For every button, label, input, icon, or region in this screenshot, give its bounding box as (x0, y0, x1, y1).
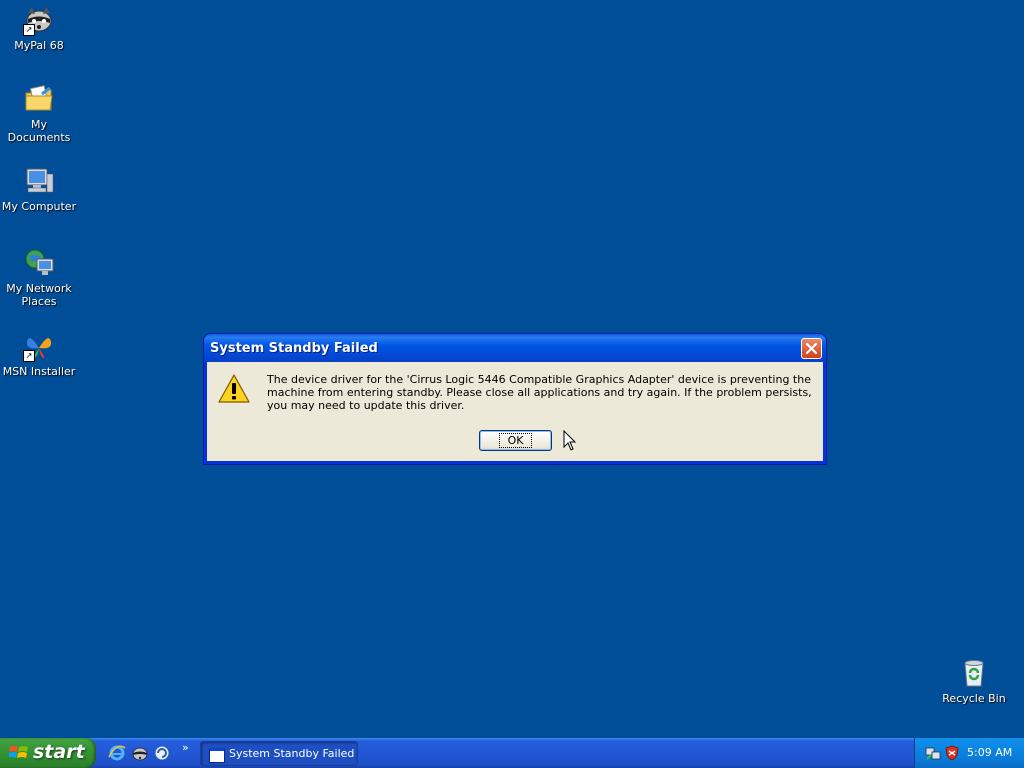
desktop-icon-my-network-places[interactable]: My Network Places (1, 247, 77, 308)
desktop-icon-mypal[interactable]: ↗ MyPal 68 (1, 4, 77, 52)
desktop-icon-label: MSN Installer (2, 365, 76, 378)
desktop-icon-msn-installer[interactable]: ↗ MSN Installer (1, 330, 77, 378)
taskbar-button-system-standby-failed[interactable]: System Standby Failed (200, 741, 358, 766)
windows-logo-icon (9, 746, 28, 758)
window-icon (209, 748, 225, 763)
ok-button[interactable]: OK (479, 430, 552, 451)
recycle-bin-icon (958, 657, 990, 689)
internet-explorer-icon[interactable] (108, 744, 126, 762)
close-button[interactable] (801, 338, 822, 359)
desktop-icon-my-documents[interactable]: My Documents (1, 83, 77, 144)
desktop-icon-label: My Documents (7, 118, 71, 144)
system-tray: 5:09 AM (914, 738, 1024, 768)
ok-button-label: OK (498, 433, 533, 448)
documents-folder-icon (23, 83, 55, 115)
quick-launch-more[interactable]: » (182, 741, 189, 754)
computer-icon (23, 165, 55, 197)
dialog-body: The device driver for the 'Cirrus Logic … (207, 362, 823, 461)
network-icon (23, 247, 55, 279)
clock[interactable]: 5:09 AM (967, 746, 1012, 759)
mouse-pointer-icon (563, 430, 577, 451)
close-icon (805, 342, 818, 355)
security-shield-icon[interactable] (944, 745, 960, 761)
start-button[interactable]: start (0, 738, 96, 768)
desktop-icon-label: MyPal 68 (14, 39, 64, 52)
raccoon-icon[interactable] (131, 744, 149, 762)
system-standby-dialog: System Standby Failed The device driver … (204, 334, 826, 464)
desktop-icon-recycle-bin[interactable]: Recycle Bin (936, 657, 1012, 705)
desktop: ↗ MyPal 68 My Documents My Computer My N… (0, 0, 1024, 738)
taskbar: start » System Standby Failed 5:09 AM (0, 738, 1024, 768)
raccoon-icon: ↗ (23, 4, 55, 36)
taskbar-button-label: System Standby Failed (229, 747, 355, 760)
start-label: start (33, 741, 85, 763)
desktop-icon-label: My Network Places (6, 282, 72, 308)
dialog-titlebar[interactable]: System Standby Failed (204, 334, 826, 362)
desktop-icon-label: My Computer (1, 200, 77, 213)
desktop-icon-label: Recycle Bin (942, 692, 1006, 705)
refresh-icon[interactable] (153, 744, 171, 762)
dialog-title: System Standby Failed (210, 341, 378, 356)
dialog-message: The device driver for the 'Cirrus Logic … (267, 373, 812, 412)
network-tray-icon[interactable] (925, 745, 941, 761)
warning-icon (218, 374, 250, 403)
msn-butterfly-icon: ↗ (23, 330, 55, 362)
desktop-icon-my-computer[interactable]: My Computer (1, 165, 77, 213)
